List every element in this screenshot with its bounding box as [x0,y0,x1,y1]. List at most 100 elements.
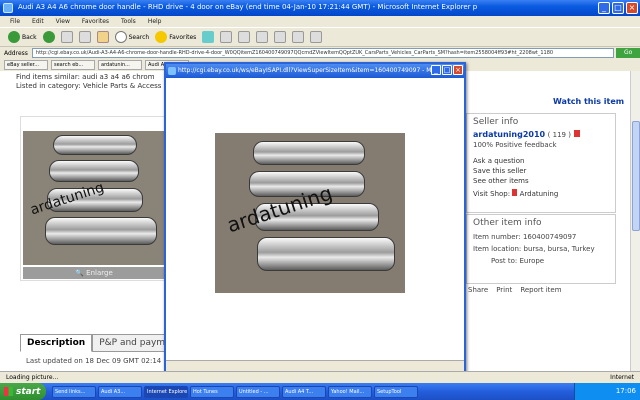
report-item-link[interactable]: Report item [520,286,561,294]
print-icon[interactable] [238,31,251,43]
toolbar: Back Search Favorites [0,27,640,47]
task-setuptool[interactable]: SetupTool [374,385,418,398]
task-hot-tunes[interactable]: Hot Tunes [190,385,234,398]
scrollbar-thumb[interactable] [632,121,640,231]
status-text: Loading picture... [6,374,59,381]
tab-description[interactable]: Description [20,334,93,352]
menu-favorites[interactable]: Favorites [82,18,109,25]
stop-icon[interactable] [60,31,73,43]
description-tabs: Description P&P and payme [20,334,178,352]
window-controls: _ □ × [598,2,638,14]
popup-body: ardatuning [166,78,464,362]
task-audi[interactable]: Audi A3... [98,385,142,398]
start-button[interactable]: start [0,383,46,400]
ask-question-link[interactable]: Ask a question [473,156,609,166]
popup-titlebar: http://cgi.ebay.co.uk/ws/eBayISAPI.dll?V… [166,64,464,78]
mail-icon[interactable] [220,31,233,43]
item-photo[interactable]: ardatuning [23,131,165,265]
edit-icon[interactable] [256,31,269,43]
other-info-heading: Other item info [473,218,542,228]
seller-feedback: 100% Positive feedback [473,141,557,149]
visit-shop-row: Visit Shop: Ardatuning [473,189,609,199]
zone-text: Internet [610,374,634,381]
tab-search-ebay[interactable]: search eb... [51,60,95,70]
tab-ardatuning[interactable]: ardatunin... [98,60,142,70]
back-arrow-icon [8,31,20,43]
star-icon [155,31,168,43]
home-icon[interactable] [96,31,109,43]
task-yahoo-mail[interactable]: Yahoo! Mail... [328,385,372,398]
item-location: Item location: bursa, bursa, Turkey [473,245,595,253]
menu-edit[interactable]: Edit [32,18,44,25]
popup-minimize-button[interactable]: _ [431,65,441,75]
favorites-button[interactable]: Favorites [155,31,196,43]
share-link[interactable]: Share [468,286,488,294]
task-audi-a4[interactable]: Audi A4 T... [282,385,326,398]
statusbar: Loading picture... Internet [0,371,640,382]
print-link[interactable]: Print [496,286,512,294]
tab-ebay-seller[interactable]: eBay seller... [4,60,48,70]
shop-link[interactable]: Ardatuning [520,190,559,198]
close-button[interactable]: × [626,2,638,14]
popup-close-button[interactable]: × [453,65,463,75]
me-icon [573,130,580,137]
minimize-button[interactable]: _ [598,2,610,14]
watch-item-link[interactable]: Watch this item [553,97,624,106]
search-icon [114,31,127,43]
save-seller-link[interactable]: Save this seller [473,166,609,176]
handle-shape [49,160,139,182]
copy-icon[interactable] [292,31,305,43]
supersize-popup-window: http://cgi.ebay.co.uk/ws/eBayISAPI.dll?V… [164,62,466,375]
handle-shape [257,237,395,271]
handle-shape [253,141,365,165]
popup-title: http://cgi.ebay.co.uk/ws/eBayISAPI.dll?V… [178,67,439,74]
menu-help[interactable]: Help [148,18,162,25]
other-item-info-box: Other item info Item number: 16040074909… [466,214,616,284]
enlarge-button[interactable]: 🔍 Enlarge [23,267,165,279]
menu-tools[interactable]: Tools [121,18,136,25]
go-button[interactable]: Go [616,48,640,58]
shop-icon [512,189,518,196]
find-similar-text: Find items similar: audi a3 a4 a6 chrom … [16,73,166,91]
window-titlebar: Audi A3 A4 A6 chrome door handle - RHD d… [0,0,640,16]
window-title: Audi A3 A4 A6 chrome door handle - RHD d… [18,3,478,11]
paste-icon[interactable] [310,31,323,43]
maximize-button[interactable]: □ [612,2,624,14]
page-scrollbar[interactable] [630,71,640,371]
back-button[interactable]: Back [8,31,37,43]
history-icon[interactable] [202,31,215,43]
refresh-icon[interactable] [78,31,91,43]
handle-shape [53,135,137,155]
cut-icon[interactable] [274,31,287,43]
popup-maximize-button[interactable]: □ [442,65,452,75]
address-input[interactable]: http://cgi.ebay.co.uk/Audi-A3-A4-A6-chro… [31,48,615,58]
seller-name-link[interactable]: ardatuning2010 [473,130,545,139]
taskbar-tasks: Send links... Audi A3... Internet Explor… [52,385,418,398]
popup-window-controls: _ □ × [431,65,463,75]
visit-shop-label: Visit Shop: [473,190,511,198]
menu-view[interactable]: View [56,18,70,25]
system-tray: 17:06 [574,383,640,400]
enlarge-label: Enlarge [86,269,113,277]
seller-info-box: Seller info ardatuning2010 ( 119 ) 100% … [466,113,616,213]
task-send-links[interactable]: Send links... [52,385,96,398]
find-similar-line[interactable]: Find items similar: audi a3 a4 a6 chrom [16,73,166,82]
last-updated-text: Last updated on 18 Dec 09 GMT 02:14 ... … [26,357,182,365]
menu-file[interactable]: File [10,18,20,25]
ie-icon [3,3,13,13]
menubar: File Edit View Favorites Tools Help [0,16,640,27]
start-label: start [16,386,41,397]
clock[interactable]: 17:06 [616,387,636,395]
seller-score[interactable]: ( 119 ) [548,131,571,139]
search-button[interactable]: Search [114,31,149,43]
magnifier-icon: 🔍 [75,269,87,277]
task-internet-explorer[interactable]: Internet Explorer [144,385,188,398]
share-row: Share Print Report item [468,286,562,294]
ie-icon [168,67,176,75]
forward-button[interactable] [42,31,55,43]
task-untitled[interactable]: Untitled - ... [236,385,280,398]
seller-info-heading: Seller info [473,117,519,127]
item-number: Item number: 160400749097 [473,233,577,241]
category-line[interactable]: Listed in category: Vehicle Parts & Acce… [16,82,166,91]
see-other-items-link[interactable]: See other items [473,176,609,186]
